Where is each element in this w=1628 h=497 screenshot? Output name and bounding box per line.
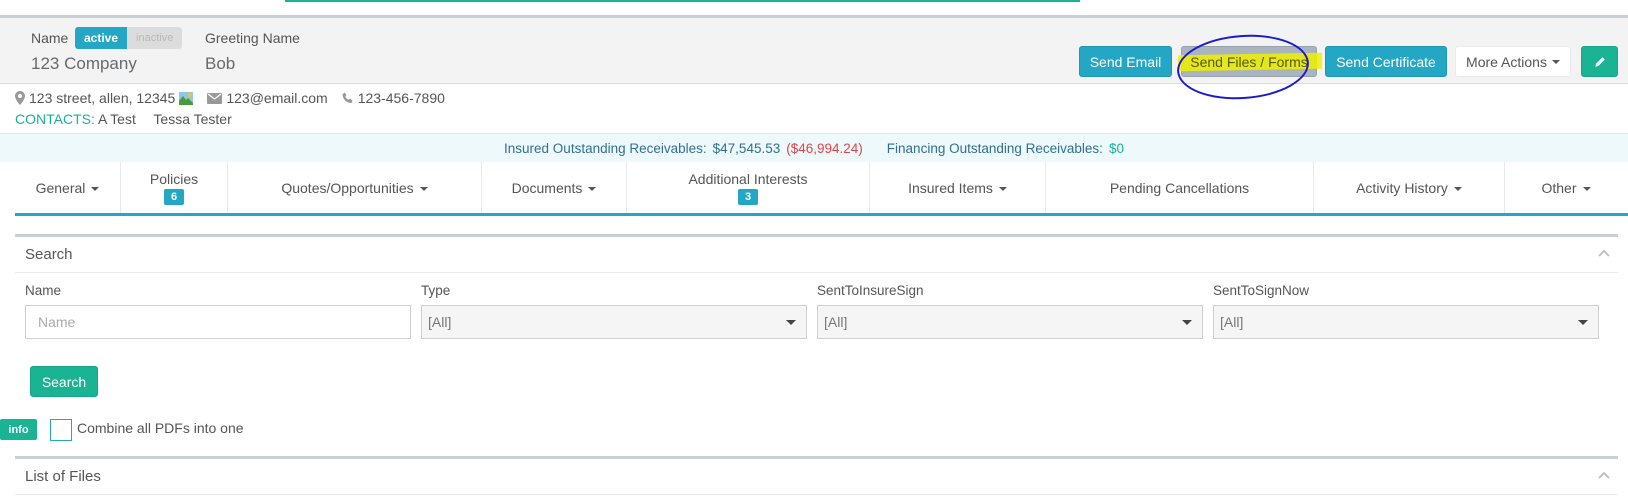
send-email-button[interactable]: Send Email <box>1079 46 1172 77</box>
caret-down-icon <box>419 186 428 191</box>
caret-down-icon <box>91 186 100 191</box>
tab-activity-history[interactable]: Activity History <box>1314 162 1505 213</box>
more-actions-button[interactable]: More Actions <box>1455 46 1571 77</box>
select-value: [All] <box>824 314 848 330</box>
account-header: Name active inactive 123 Company Greetin… <box>0 18 1628 84</box>
insuresign-filter-label: SentToInsureSign <box>817 283 924 298</box>
files-panel-header[interactable]: List of Files <box>15 459 1618 495</box>
tab-insured-items[interactable]: Insured Items <box>870 162 1046 213</box>
financing-receivables-amount: $0 <box>1108 140 1124 156</box>
select-value: [All] <box>1220 314 1244 330</box>
contacts-label: CONTACTS: <box>15 111 95 127</box>
email-text[interactable]: 123@email.com <box>226 90 327 106</box>
map-marker-icon <box>15 91 25 105</box>
send-files-forms-label: Send Files / Forms <box>1190 53 1308 70</box>
tab-policies[interactable]: Policies 6 <box>121 162 228 213</box>
search-panel: Search Name Name Type [All] SentToInsure… <box>15 234 1618 442</box>
combine-pdfs-label[interactable]: Combine all PDFs into one <box>77 420 244 436</box>
search-panel-header[interactable]: Search <box>15 237 1618 273</box>
contacts-line: CONTACTS: A Test Tessa Tester <box>15 111 232 127</box>
status-toggle[interactable]: active inactive <box>75 27 183 49</box>
name-filter-label: Name <box>25 283 62 298</box>
company-name: 123 Company <box>31 54 137 73</box>
search-button[interactable]: Search <box>30 366 98 397</box>
phone-item[interactable]: 123-456-7890 <box>342 90 445 106</box>
info-badge[interactable]: info <box>0 419 37 440</box>
tab-documents[interactable]: Documents <box>482 162 627 213</box>
address-item: 123 street, allen, 12345 <box>15 90 194 106</box>
tab-general[interactable]: General <box>15 162 121 213</box>
greeting-label: Greeting Name <box>205 30 300 46</box>
caret-down-icon <box>786 320 796 325</box>
tab-label: Other <box>1541 179 1577 196</box>
tab-label: General <box>35 179 86 196</box>
tab-additional-interests[interactable]: Additional Interests 3 <box>627 162 870 213</box>
top-accent-line <box>285 0 1080 2</box>
status-active-option[interactable]: active <box>75 27 128 49</box>
insured-receivables-amount: $47,545.53 <box>712 140 781 156</box>
search-form: Name Name Type [All] SentToInsureSign [A… <box>15 273 1618 442</box>
chevron-up-icon[interactable] <box>1598 471 1610 479</box>
contact-link[interactable]: A Test <box>98 111 136 127</box>
map-emoji-icon <box>179 91 194 105</box>
email-item[interactable]: 123@email.com <box>207 90 328 106</box>
caret-down-icon <box>1582 186 1591 191</box>
files-panel: List of Files <box>15 456 1618 497</box>
top-bar <box>0 0 1628 18</box>
tab-pending-cancellations[interactable]: Pending Cancellations <box>1046 162 1314 213</box>
send-certificate-button[interactable]: Send Certificate <box>1325 46 1447 77</box>
insuresign-filter-select[interactable]: [All] <box>817 305 1203 339</box>
status-inactive-option[interactable]: inactive <box>127 27 183 49</box>
insured-receivables-label: Insured Outstanding Receivables: <box>504 140 707 156</box>
panel-title: List of Files <box>25 468 101 485</box>
select-value: [All] <box>428 314 452 330</box>
tab-label: Activity History <box>1356 179 1448 196</box>
receivables-bar: Insured Outstanding Receivables: $47,545… <box>0 133 1628 162</box>
signnow-filter-label: SentToSignNow <box>1213 283 1310 298</box>
contact-info-row: 123 street, allen, 12345 123@email.com 1… <box>15 90 445 106</box>
account-tabs: General Policies 6 Quotes/Opportunities … <box>15 162 1628 216</box>
combine-pdfs-checkbox[interactable] <box>50 419 72 441</box>
panel-title: Search <box>25 246 73 263</box>
tab-quotes-opportunities[interactable]: Quotes/Opportunities <box>228 162 482 213</box>
pencil-icon <box>1594 56 1605 67</box>
type-filter-select[interactable]: [All] <box>421 305 807 339</box>
caret-down-icon <box>1182 320 1192 325</box>
financing-receivables-label: Financing Outstanding Receivables: <box>886 140 1103 156</box>
tab-label: Additional Interests <box>688 170 808 187</box>
count-badge: 3 <box>737 188 759 205</box>
more-actions-label: More Actions <box>1466 53 1547 70</box>
send-files-forms-button[interactable]: Send Files / Forms <box>1178 46 1322 77</box>
tab-label: Quotes/Opportunities <box>281 179 414 196</box>
count-badge: 6 <box>163 188 185 205</box>
caret-down-icon <box>588 186 597 191</box>
address-text: 123 street, allen, 12345 <box>29 90 176 106</box>
tab-label: Policies <box>149 170 199 187</box>
tab-label: Pending Cancellations <box>1109 179 1250 196</box>
greeting-value: Bob <box>205 54 236 73</box>
caret-down-icon <box>1551 59 1560 64</box>
caret-down-icon <box>1453 186 1462 191</box>
name-filter-input[interactable]: Name <box>25 305 411 339</box>
phone-text[interactable]: 123-456-7890 <box>358 90 445 106</box>
tab-other[interactable]: Other <box>1505 162 1627 213</box>
edit-button[interactable] <box>1581 46 1618 77</box>
signnow-filter-select[interactable]: [All] <box>1213 305 1599 339</box>
phone-icon <box>342 92 353 103</box>
caret-down-icon <box>998 186 1007 191</box>
contact-link[interactable]: Tessa Tester <box>153 111 231 127</box>
type-filter-label: Type <box>421 283 451 298</box>
chevron-up-icon[interactable] <box>1598 249 1610 257</box>
insured-receivables-negative: ($46,994.24) <box>786 140 863 156</box>
envelope-icon <box>207 92 223 104</box>
name-label: Name <box>31 30 69 46</box>
caret-down-icon <box>1578 320 1588 325</box>
tab-label: Insured Items <box>908 179 993 196</box>
tab-label: Documents <box>511 179 583 196</box>
